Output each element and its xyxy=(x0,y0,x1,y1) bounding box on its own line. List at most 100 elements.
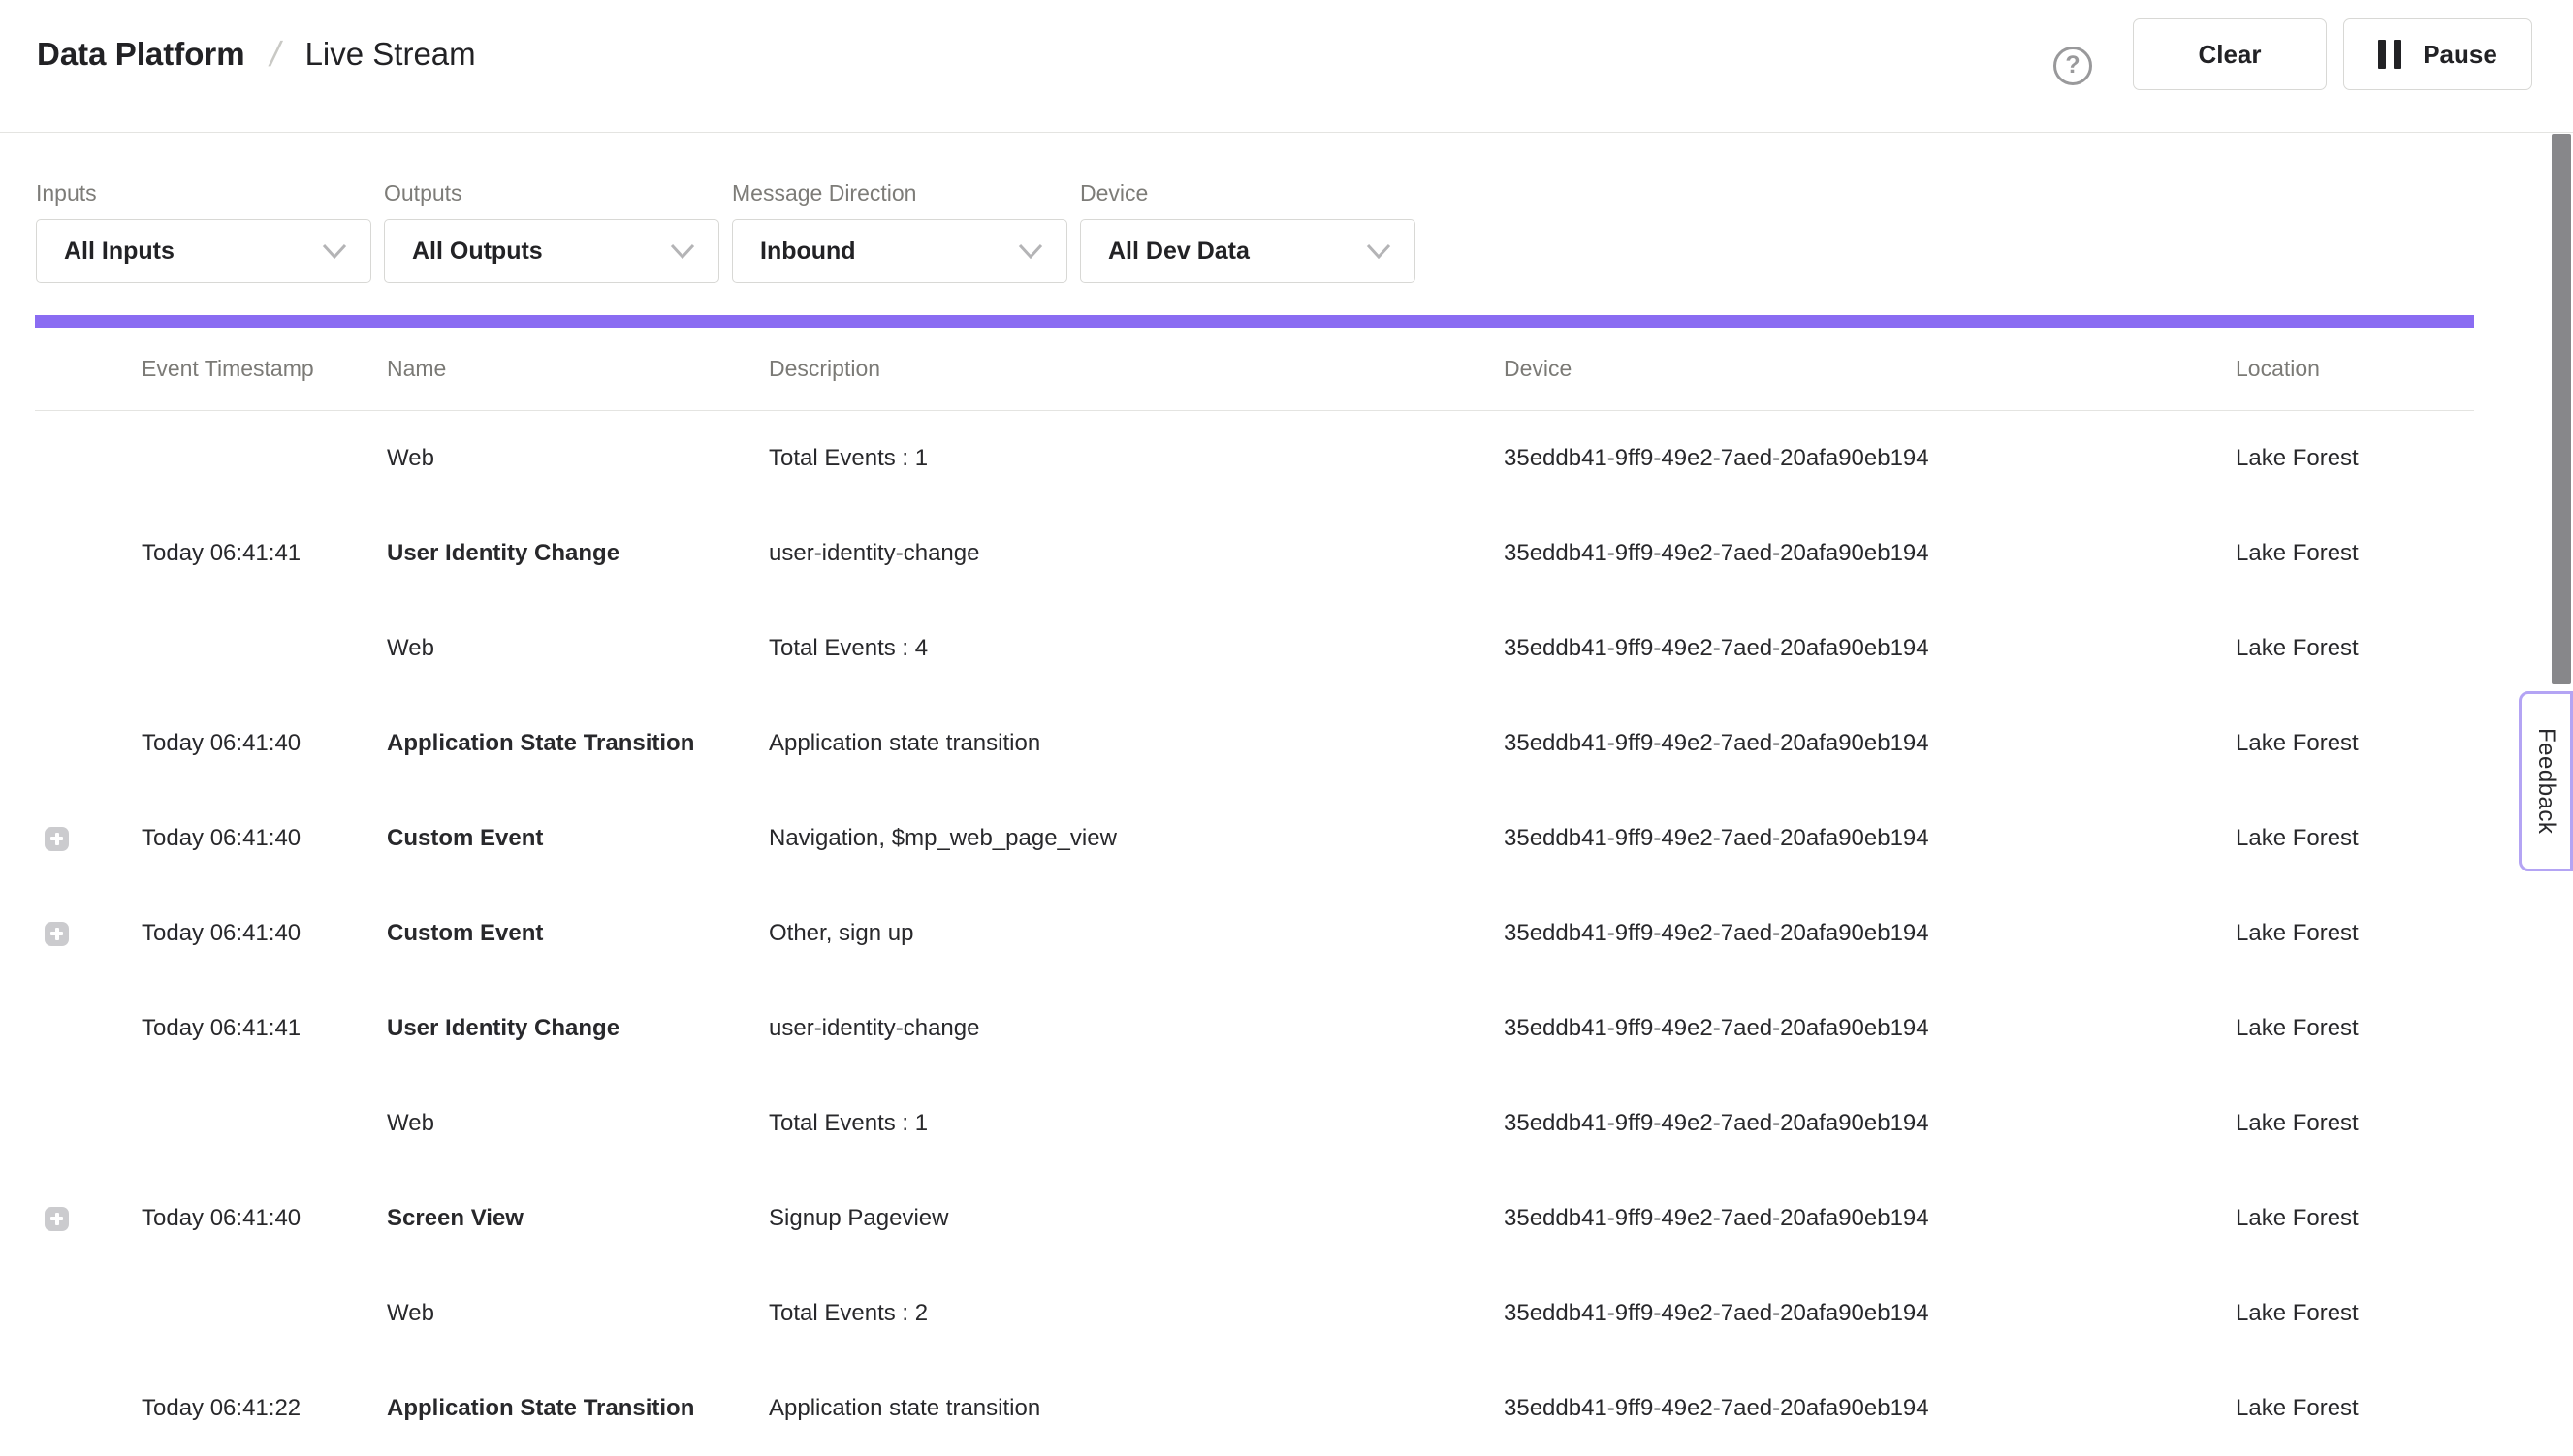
row-device: 35eddb41-9ff9-49e2-7aed-20afa90eb194 xyxy=(1500,1300,2232,1327)
row-device: 35eddb41-9ff9-49e2-7aed-20afa90eb194 xyxy=(1500,445,2232,472)
filters-bar: Inputs All Inputs Outputs All Outputs Me… xyxy=(0,133,2573,283)
page-title: Live Stream xyxy=(305,36,476,73)
row-timestamp: Today 06:41:41 xyxy=(138,1015,383,1042)
table-row[interactable]: Today 06:41:40 Screen View Signup Pagevi… xyxy=(35,1171,2474,1266)
row-name: User Identity Change xyxy=(383,540,765,567)
pause-button[interactable]: Pause xyxy=(2343,18,2532,90)
inputs-dropdown-value: All Inputs xyxy=(64,237,322,266)
row-name: Application State Transition xyxy=(383,730,765,757)
pause-icon xyxy=(2378,40,2401,69)
row-description: user-identity-change xyxy=(765,1015,1500,1042)
row-description: Application state transition xyxy=(765,730,1500,757)
row-location: Lake Forest xyxy=(2232,920,2474,947)
column-header-timestamp: Event Timestamp xyxy=(138,356,383,382)
breadcrumb-section[interactable]: Data Platform xyxy=(37,36,245,73)
row-device: 35eddb41-9ff9-49e2-7aed-20afa90eb194 xyxy=(1500,920,2232,947)
filter-outputs: Outputs All Outputs xyxy=(384,180,719,283)
table-row[interactable]: Today 06:41:41 User Identity Change user… xyxy=(35,981,2474,1076)
outputs-dropdown-value: All Outputs xyxy=(412,237,670,266)
row-timestamp: Today 06:41:40 xyxy=(138,730,383,757)
row-expand-cell xyxy=(35,1207,138,1231)
table-row[interactable]: Today 06:41:41 User Identity Change user… xyxy=(35,506,2474,601)
table-row[interactable]: Web Total Events : 4 35eddb41-9ff9-49e2-… xyxy=(35,601,2474,696)
column-header-device: Device xyxy=(1500,356,2232,382)
chevron-down-icon xyxy=(322,243,347,259)
row-description: Signup Pageview xyxy=(765,1205,1500,1232)
row-location: Lake Forest xyxy=(2232,825,2474,852)
filter-message-direction-label: Message Direction xyxy=(732,180,1067,206)
row-device: 35eddb41-9ff9-49e2-7aed-20afa90eb194 xyxy=(1500,540,2232,567)
live-stream-table: Event Timestamp Name Description Device … xyxy=(35,328,2474,1456)
feedback-tab-label: Feedback xyxy=(2532,728,2559,834)
inputs-dropdown[interactable]: All Inputs xyxy=(36,219,371,283)
help-icon[interactable]: ? xyxy=(2053,47,2092,85)
outputs-dropdown[interactable]: All Outputs xyxy=(384,219,719,283)
filter-inputs: Inputs All Inputs xyxy=(36,180,371,283)
row-name: Web xyxy=(383,445,765,472)
row-location: Lake Forest xyxy=(2232,635,2474,662)
row-description: Total Events : 1 xyxy=(765,445,1500,472)
chevron-down-icon xyxy=(1018,243,1043,259)
row-location: Lake Forest xyxy=(2232,1205,2474,1232)
table-header-row: Event Timestamp Name Description Device … xyxy=(35,328,2474,411)
row-timestamp: Today 06:41:40 xyxy=(138,920,383,947)
row-description: Total Events : 1 xyxy=(765,1110,1500,1137)
row-description: Total Events : 2 xyxy=(765,1300,1500,1327)
row-name: Custom Event xyxy=(383,920,765,947)
pause-button-label: Pause xyxy=(2423,40,2497,70)
message-direction-dropdown-value: Inbound xyxy=(760,237,1018,266)
row-location: Lake Forest xyxy=(2232,730,2474,757)
expand-row-button[interactable] xyxy=(45,922,69,946)
filter-device-label: Device xyxy=(1080,180,1415,206)
filter-outputs-label: Outputs xyxy=(384,180,719,206)
row-device: 35eddb41-9ff9-49e2-7aed-20afa90eb194 xyxy=(1500,1015,2232,1042)
row-description: Application state transition xyxy=(765,1395,1500,1422)
chevron-down-icon xyxy=(670,243,695,259)
column-header-name: Name xyxy=(383,356,765,382)
table-row[interactable]: Web Total Events : 2 35eddb41-9ff9-49e2-… xyxy=(35,1266,2474,1361)
filter-device: Device All Dev Data xyxy=(1080,180,1415,283)
row-timestamp: Today 06:41:40 xyxy=(138,1205,383,1232)
column-header-location: Location xyxy=(2232,356,2474,382)
column-header-description: Description xyxy=(765,356,1500,382)
row-name: Web xyxy=(383,1110,765,1137)
row-device: 35eddb41-9ff9-49e2-7aed-20afa90eb194 xyxy=(1500,730,2232,757)
row-description: Other, sign up xyxy=(765,920,1500,947)
row-description: user-identity-change xyxy=(765,540,1500,567)
row-device: 35eddb41-9ff9-49e2-7aed-20afa90eb194 xyxy=(1500,1110,2232,1137)
row-timestamp: Today 06:41:22 xyxy=(138,1395,383,1422)
expand-row-button[interactable] xyxy=(45,1207,69,1231)
row-name: Application State Transition xyxy=(383,1395,765,1422)
clear-button[interactable]: Clear xyxy=(2133,18,2327,90)
breadcrumb: Data Platform / Live Stream xyxy=(37,18,476,90)
table-row[interactable]: Today 06:41:40 Application State Transit… xyxy=(35,696,2474,791)
row-device: 35eddb41-9ff9-49e2-7aed-20afa90eb194 xyxy=(1500,825,2232,852)
table-row[interactable]: Today 06:41:22 Application State Transit… xyxy=(35,1361,2474,1456)
row-name: Web xyxy=(383,635,765,662)
row-name: User Identity Change xyxy=(383,1015,765,1042)
filter-message-direction: Message Direction Inbound xyxy=(732,180,1067,283)
row-expand-cell xyxy=(35,827,138,851)
device-dropdown[interactable]: All Dev Data xyxy=(1080,219,1415,283)
table-row[interactable]: Web Total Events : 1 35eddb41-9ff9-49e2-… xyxy=(35,411,2474,506)
message-direction-dropdown[interactable]: Inbound xyxy=(732,219,1067,283)
row-timestamp: Today 06:41:41 xyxy=(138,540,383,567)
accent-divider xyxy=(35,315,2474,328)
row-location: Lake Forest xyxy=(2232,1110,2474,1137)
table-row[interactable]: Today 06:41:40 Custom Event Other, sign … xyxy=(35,886,2474,981)
row-location: Lake Forest xyxy=(2232,445,2474,472)
device-dropdown-value: All Dev Data xyxy=(1108,237,1366,266)
row-location: Lake Forest xyxy=(2232,1300,2474,1327)
table-row[interactable]: Web Total Events : 1 35eddb41-9ff9-49e2-… xyxy=(35,1076,2474,1171)
app-header: Data Platform / Live Stream ? Clear Paus… xyxy=(0,0,2573,133)
filter-inputs-label: Inputs xyxy=(36,180,371,206)
table-row[interactable]: Today 06:41:40 Custom Event Navigation, … xyxy=(35,791,2474,886)
expand-row-button[interactable] xyxy=(45,827,69,851)
breadcrumb-separator: / xyxy=(266,34,284,75)
feedback-tab[interactable]: Feedback xyxy=(2519,691,2573,871)
row-name: Custom Event xyxy=(383,825,765,852)
row-timestamp: Today 06:41:40 xyxy=(138,825,383,852)
row-device: 35eddb41-9ff9-49e2-7aed-20afa90eb194 xyxy=(1500,1205,2232,1232)
row-name: Web xyxy=(383,1300,765,1327)
scrollbar-thumb[interactable] xyxy=(2552,134,2571,684)
